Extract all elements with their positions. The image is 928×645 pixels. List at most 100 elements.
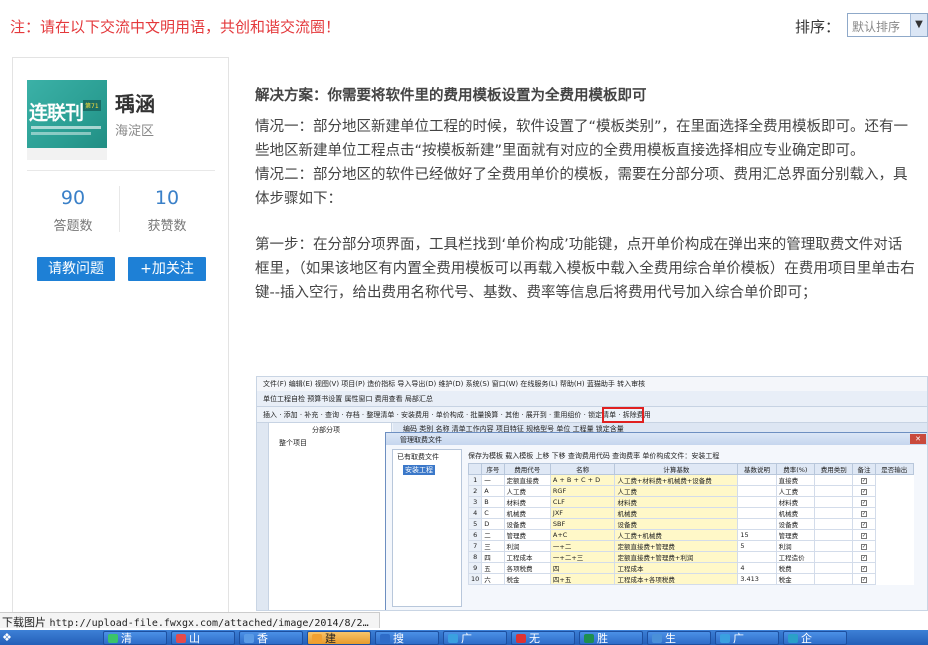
table-cell: ✓ (852, 540, 876, 552)
table-cell: 机械费 (503, 507, 551, 519)
sort-select[interactable]: 默认排序 ▼ (847, 13, 928, 37)
browser-status-bar: 下载图片 http://upload-file.fwxgx.com/attach… (0, 612, 380, 628)
taskbar-button[interactable]: 企 (783, 631, 847, 645)
taskbar-button-label: 生 (665, 632, 676, 645)
table-row: 2 A 人工费 RGF 人工费 人工费 ✓ (467, 485, 914, 497)
table-cell: 四 (481, 551, 505, 563)
table-cell: 利润 (775, 540, 816, 552)
table-cell: 税金 (503, 573, 551, 585)
checkbox-icon: ✓ (860, 577, 867, 583)
tree-item: 安装工程 (403, 465, 435, 475)
user-location: 海淀区 (115, 124, 155, 139)
likes-stat: 10 获赞数 (119, 187, 215, 234)
table-cell: 四+五 (549, 573, 616, 585)
taskbar-button[interactable]: 广 (443, 631, 507, 645)
taskbar: ❖ 清 山 香 建 搜 广 无 胜 生 广 企 (0, 630, 928, 645)
app-icon (380, 634, 390, 643)
table-cell: 8 (467, 551, 483, 563)
avatar-decoration (31, 126, 101, 129)
table-cell: 人工费 (775, 485, 816, 497)
taskbar-button[interactable]: 山 (171, 631, 235, 645)
table-row: 6 二管理费 A+C 人工费+机械费 15 管理费 ✓ (467, 529, 914, 541)
table-cell: ✓ (852, 485, 876, 497)
checkbox-icon: ✓ (860, 544, 867, 550)
table-cell: SBF (549, 518, 616, 530)
table-cell (737, 518, 777, 530)
app-icon (584, 634, 594, 643)
taskbar-button[interactable]: 清 (103, 631, 167, 645)
status-url: http://upload-file.fwxgx.com/attached/im… (49, 618, 369, 628)
checkbox-icon: ✓ (860, 533, 867, 539)
answers-label: 答题数 (53, 219, 93, 234)
table-cell: 2 (467, 485, 483, 497)
table-row: 9 五各项税费四工程成本 4 税费 ✓ (467, 562, 914, 574)
table-cell: ✓ (852, 496, 876, 508)
table-cell: 工程成本+各项税费 (614, 573, 739, 585)
taskbar-button[interactable]: 广 (715, 631, 779, 645)
table-row: 5 D 设备费 SBF 设备费 设备费 ✓ (467, 518, 914, 530)
table-cell: 7 (467, 540, 483, 552)
table-cell: 9 (467, 562, 483, 574)
ask-question-button[interactable]: 请教问题 (37, 257, 115, 281)
table-cell: 工程造价 (775, 551, 816, 563)
avatar-decoration (31, 132, 91, 135)
tree-title: 已有取费文件 (397, 453, 439, 461)
table-cell: ✓ (852, 507, 876, 519)
table-cell (814, 562, 854, 574)
table-cell: CLF (549, 496, 616, 508)
table-cell: 一+二+三 (549, 551, 616, 563)
table-cell: 三 (481, 540, 505, 552)
taskbar-button-label: 搜 (393, 632, 404, 645)
chevron-down-icon[interactable]: ▼ (910, 14, 927, 36)
taskbar-button-label: 无 (529, 632, 540, 645)
table-cell: C (481, 507, 505, 519)
taskbar-button[interactable]: 生 (647, 631, 711, 645)
taskbar-button-label: 广 (733, 632, 744, 645)
taskbar-button-label: 清 (121, 632, 132, 645)
answer-screenshot-image[interactable]: 文件(F) 编辑(E) 视图(V) 项目(P) 造价指标 导入导出(D) 维护(… (256, 376, 928, 611)
table-cell: 5 (467, 518, 483, 530)
follow-button[interactable]: +加关注 (128, 257, 206, 281)
taskbar-button[interactable]: 香 (239, 631, 303, 645)
checkbox-icon: ✓ (860, 555, 867, 561)
table-cell: ✓ (852, 573, 876, 585)
user-name[interactable]: 瑀涵 (115, 88, 155, 117)
table-cell: 管理费 (775, 529, 816, 541)
taskbar-button[interactable]: 胜 (579, 631, 643, 645)
table-cell: ✓ (852, 551, 876, 563)
table-cell (814, 573, 854, 585)
answer-content: 解决方案：你需要将软件里的费用模板设置为全费用模板即可 情况一：部分地区新建单位… (255, 84, 915, 305)
software-vertical-tabs (257, 423, 269, 610)
close-icon: ✕ (910, 434, 926, 444)
taskbar-button[interactable]: 搜 (375, 631, 439, 645)
taskbar-button[interactable]: 无 (511, 631, 575, 645)
table-cell: 人工费 (503, 485, 551, 497)
table-cell: 4 (467, 507, 483, 519)
app-icon (244, 634, 254, 643)
software-left-pane: 分部分项 整个项目 (257, 423, 392, 610)
taskbar-button-label: 山 (189, 632, 200, 645)
app-icon (652, 634, 662, 643)
app-icon (108, 634, 118, 643)
avatar[interactable]: 连联刊 第71 (27, 80, 107, 160)
notice-text: 注：请在以下交流中文明用语，共创和谐交流圈！ (10, 18, 341, 36)
taskbar-button[interactable]: 建 (307, 631, 371, 645)
checkbox-icon: ✓ (860, 489, 867, 495)
table-cell: 一 (481, 474, 505, 486)
table-cell: 机械费 (614, 507, 739, 519)
table-cell: 机械费 (775, 507, 816, 519)
table-cell: ✓ (852, 529, 876, 541)
checkbox-icon: ✓ (860, 478, 867, 484)
app-icon (788, 634, 798, 643)
table-cell: B (481, 496, 505, 508)
table-cell: 工程成本 (614, 562, 739, 574)
table-header-cell: 费用类别 (814, 463, 854, 475)
table-cell: 五 (481, 562, 505, 574)
table-header-cell: 费率(%) (775, 463, 816, 475)
answer-paragraph: 情况一：部分地区新建单位工程的时候，软件设置了“模板类别”，在里面选择全费用模板… (255, 119, 909, 159)
table-cell: A+C (549, 529, 616, 541)
checkbox-icon: ✓ (860, 511, 867, 517)
start-icon[interactable]: ❖ (2, 631, 22, 644)
table-row: 8 四工程成本 一+二+三 定额直接费+管理费+利润 工程造价 ✓ (467, 551, 914, 563)
table-header-cell: 基数说明 (737, 463, 777, 475)
